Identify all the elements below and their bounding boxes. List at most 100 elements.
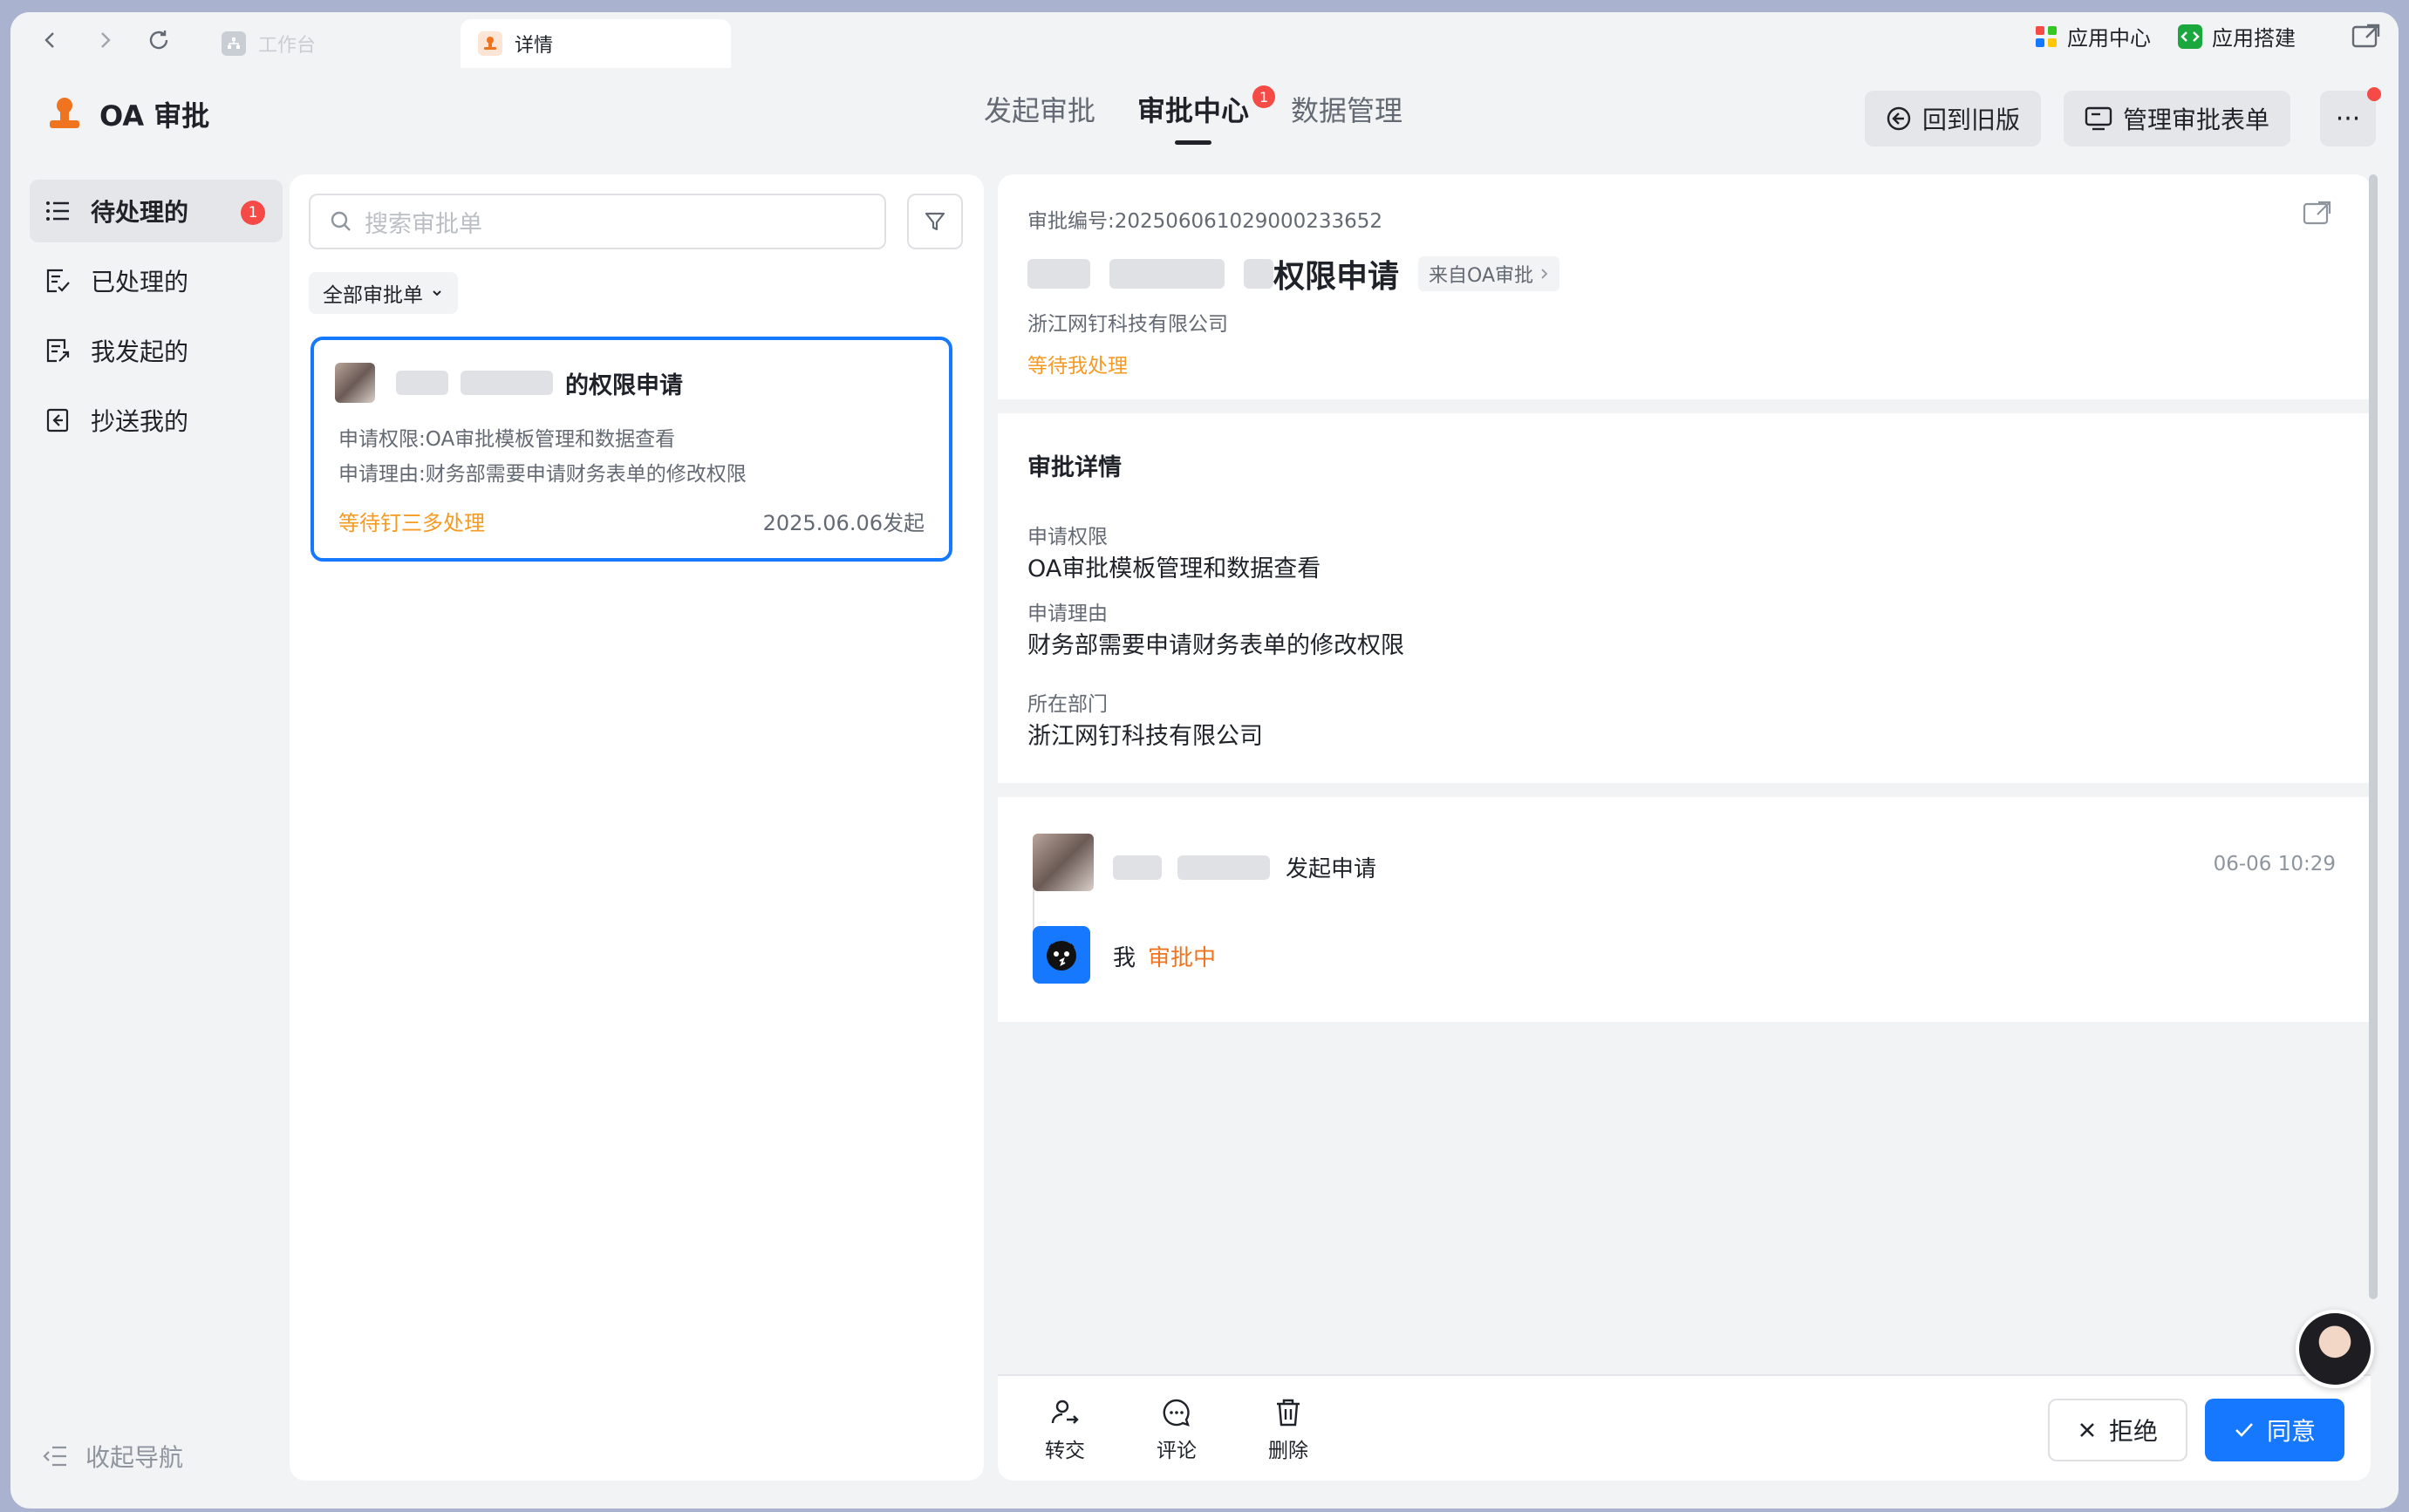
tab-label: 工作台 bbox=[258, 35, 317, 57]
app-center-link[interactable]: 应用中心 bbox=[2034, 21, 2151, 51]
redacted-name bbox=[1109, 259, 1225, 289]
search-input[interactable]: 搜索审批单 bbox=[309, 194, 886, 249]
redacted-name bbox=[396, 371, 448, 395]
app-header: OA 审批 发起审批 审批中心 1 数据管理 回到旧版 管理审批表单 ··· bbox=[10, 68, 2399, 167]
manage-forms-button[interactable]: 管理审批表单 bbox=[2064, 91, 2291, 146]
tab-detail[interactable]: 详情 bbox=[461, 19, 731, 68]
timeline-item: 发起申请 bbox=[1113, 851, 1376, 883]
list-icon bbox=[46, 201, 69, 221]
filter-button[interactable] bbox=[907, 194, 963, 249]
code-box-icon bbox=[2178, 24, 2202, 49]
monitor-icon bbox=[2085, 106, 2112, 131]
card-date: 2025.06.06发起 bbox=[762, 511, 925, 535]
refresh-icon[interactable] bbox=[140, 21, 178, 59]
comment-button[interactable]: 评论 bbox=[1157, 1397, 1197, 1463]
card-status: 等待钉三多处理 bbox=[338, 511, 485, 535]
card-line-reason: 申请理由:财务部需要申请财务表单的修改权限 bbox=[338, 463, 747, 486]
app-logo[interactable]: OA 审批 bbox=[45, 94, 209, 134]
tab-workspace[interactable]: 工作台 bbox=[204, 19, 466, 68]
sidebar-item-processed[interactable]: 已处理的 bbox=[30, 249, 283, 312]
app-grid-icon bbox=[2036, 25, 2057, 47]
nav-start-approval[interactable]: 发起审批 bbox=[984, 89, 1095, 145]
sidebar-badge: 1 bbox=[241, 201, 265, 225]
comment-icon bbox=[1163, 1399, 1190, 1427]
approval-stamp-icon bbox=[478, 31, 502, 56]
workspace-icon bbox=[222, 31, 246, 56]
redacted-name bbox=[1027, 259, 1090, 289]
redacted-name bbox=[1244, 259, 1273, 289]
redacted-name bbox=[1113, 855, 1162, 880]
sidebar-item-cc[interactable]: 抄送我的 bbox=[30, 389, 283, 452]
app-window: 工作台 详情 应用中心 应用搭建 OA 审批 发起审批 审批中心 1 数据管理 … bbox=[10, 12, 2399, 1509]
cc-icon bbox=[46, 408, 69, 432]
close-icon bbox=[2080, 1423, 2094, 1437]
doc-send-icon bbox=[46, 338, 70, 363]
assistant-avatar[interactable] bbox=[2296, 1310, 2374, 1388]
collapse-nav-button[interactable]: 收起导航 bbox=[42, 1439, 183, 1474]
scrollbar[interactable] bbox=[2369, 174, 2378, 1299]
source-tag[interactable]: 来自OA审批 bbox=[1418, 256, 1559, 291]
app-builder-label: 应用搭建 bbox=[2212, 26, 2296, 51]
approval-details-section: 审批详情 申请权限 OA审批模板管理和数据查看 申请理由 财务部需要申请财务表单… bbox=[998, 413, 2371, 783]
app-builder-link[interactable]: 应用搭建 bbox=[2177, 21, 2296, 51]
notification-dot bbox=[2367, 87, 2381, 101]
chevron-right-icon bbox=[1541, 269, 1548, 279]
sidebar: 待处理的 1 已处理的 我发起的 抄送我的 bbox=[30, 180, 283, 459]
approval-type-dropdown[interactable]: 全部审批单 bbox=[309, 272, 458, 314]
nav-approval-center[interactable]: 审批中心 1 bbox=[1137, 85, 1276, 145]
back-circle-icon bbox=[1887, 106, 1911, 131]
timeline-time: 06-06 10:29 bbox=[2213, 853, 2336, 875]
top-right-links: 应用中心 应用搭建 bbox=[2034, 21, 2381, 51]
company-name: 浙江网钉科技有限公司 bbox=[1027, 313, 1228, 336]
agree-button[interactable]: 同意 bbox=[2205, 1399, 2344, 1461]
field-label: 所在部门 bbox=[1027, 693, 1108, 716]
field-value: 财务部需要申请财务表单的修改权限 bbox=[1027, 632, 1404, 659]
detail-header: 审批编号:202506061029000233652 权限申请 来自OA审批 浙… bbox=[998, 174, 2371, 399]
approval-card[interactable]: 的权限申请 申请权限:OA审批模板管理和数据查看 申请理由:财务部需要申请财务表… bbox=[311, 337, 952, 562]
tab-label: 详情 bbox=[515, 35, 554, 57]
more-button[interactable]: ··· bbox=[2320, 87, 2381, 146]
share-icon[interactable] bbox=[2303, 201, 2332, 230]
transfer-button[interactable]: 转交 bbox=[1045, 1397, 1085, 1463]
back-to-old-button[interactable]: 回到旧版 bbox=[1865, 91, 2042, 146]
app-name: OA 审批 bbox=[99, 99, 210, 133]
nav-data-management[interactable]: 数据管理 bbox=[1291, 89, 1402, 145]
robot-avatar-icon bbox=[1047, 941, 1076, 971]
delete-button[interactable]: 删除 bbox=[1268, 1397, 1308, 1463]
section-title: 审批详情 bbox=[1027, 454, 1122, 481]
card-line-permission: 申请权限:OA审批模板管理和数据查看 bbox=[338, 428, 676, 451]
sidebar-item-pending[interactable]: 待处理的 1 bbox=[30, 180, 283, 242]
collapse-icon bbox=[43, 1446, 66, 1467]
transfer-user-icon bbox=[1051, 1400, 1079, 1424]
redacted-name bbox=[461, 371, 553, 395]
trash-icon bbox=[1277, 1399, 1300, 1427]
check-icon bbox=[2235, 1423, 2253, 1437]
timeline-item: 我 审批中 bbox=[1113, 945, 1217, 971]
field-value: OA审批模板管理和数据查看 bbox=[1027, 555, 1321, 582]
avatar bbox=[1033, 834, 1094, 891]
avatar bbox=[1033, 926, 1090, 984]
avatar bbox=[335, 363, 375, 403]
field-label: 申请权限 bbox=[1027, 526, 1108, 548]
action-bar: 转交 评论 删除 拒绝 同意 bbox=[998, 1374, 2371, 1481]
back-icon[interactable] bbox=[31, 21, 70, 59]
app-center-label: 应用中心 bbox=[2067, 26, 2151, 51]
field-label: 申请理由 bbox=[1027, 603, 1108, 625]
approval-list-panel: 搜索审批单 全部审批单 的权限申请 申请权限:OA审批模板管理和数据查看 申请理… bbox=[290, 174, 984, 1481]
detail-panel: 审批编号:202506061029000233652 权限申请 来自OA审批 浙… bbox=[998, 174, 2378, 1481]
open-external-icon[interactable] bbox=[2351, 24, 2381, 50]
field-value: 浙江网钉科技有限公司 bbox=[1027, 723, 1263, 750]
approval-stamp-icon bbox=[50, 98, 79, 128]
detail-title: 权限申请 来自OA审批 bbox=[1027, 251, 1559, 296]
filter-icon bbox=[925, 212, 945, 231]
reject-button[interactable]: 拒绝 bbox=[2048, 1399, 2187, 1461]
tab-bar: 工作台 详情 应用中心 应用搭建 bbox=[10, 12, 2399, 68]
sidebar-item-initiated[interactable]: 我发起的 bbox=[30, 319, 283, 382]
main-nav: 发起审批 审批中心 1 数据管理 bbox=[984, 85, 1402, 145]
detail-status: 等待我处理 bbox=[1027, 355, 1128, 378]
doc-check-icon bbox=[46, 269, 70, 293]
redacted-name bbox=[1177, 855, 1270, 880]
forward-icon[interactable] bbox=[85, 21, 124, 59]
nav-badge: 1 bbox=[1252, 85, 1276, 108]
more-icon: ··· bbox=[2335, 103, 2361, 134]
